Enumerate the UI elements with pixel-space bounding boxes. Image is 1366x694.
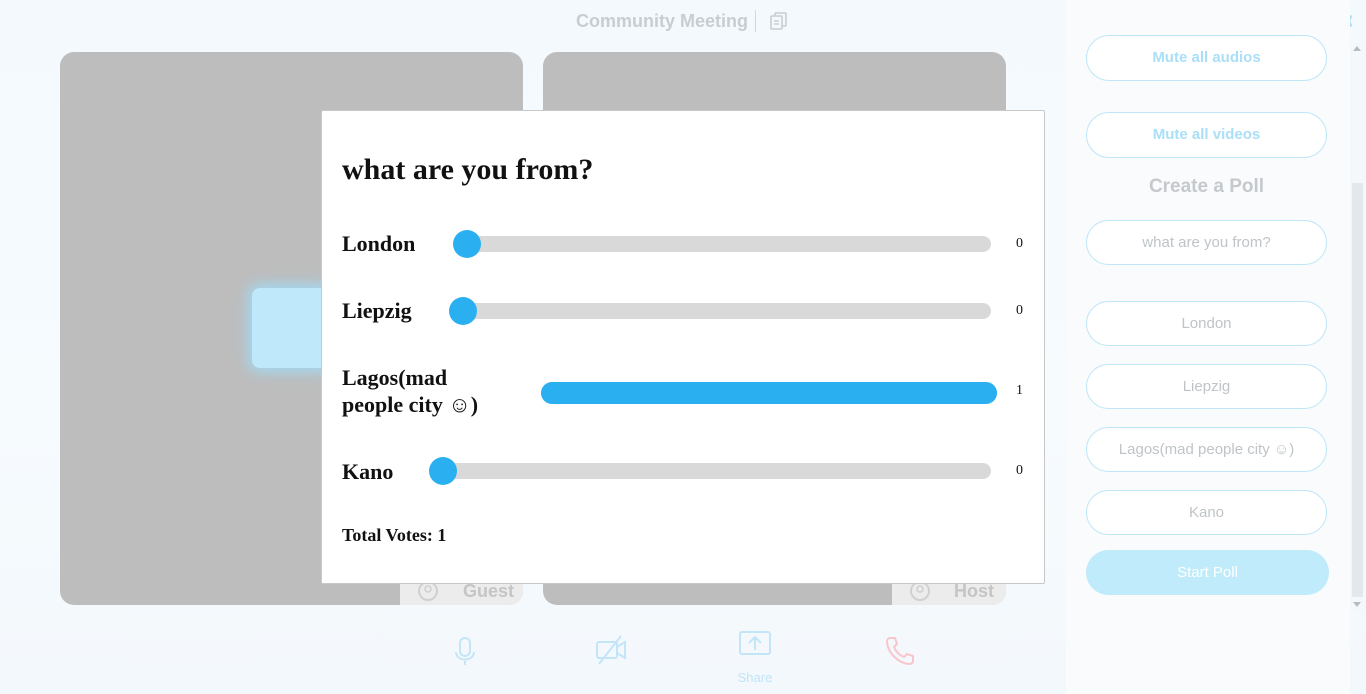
poll-option-label: London: [342, 231, 416, 256]
poll-option-knob: [449, 297, 477, 325]
scroll-down-icon[interactable]: [1353, 602, 1361, 607]
title-divider: [755, 10, 756, 32]
scrollbar-thumb[interactable]: [1352, 183, 1363, 597]
poll-option-knob: [453, 230, 481, 258]
scroll-up-icon[interactable]: [1353, 46, 1361, 51]
poll-option-input[interactable]: Liepzig: [1086, 364, 1327, 409]
poll-option-count: 0: [1016, 303, 1023, 318]
share-label: Share: [737, 670, 773, 685]
poll-option-label: Lagos(mad people city ☺): [342, 365, 479, 417]
share-icon[interactable]: [737, 626, 773, 662]
poll-option-bar: [449, 297, 991, 325]
poll-option-label: Liepzig: [342, 298, 412, 323]
copy-icon[interactable]: [769, 11, 789, 31]
poll-option-input[interactable]: Kano: [1086, 490, 1327, 535]
poll-question-input[interactable]: what are you from?: [1086, 220, 1327, 265]
mic-icon[interactable]: [447, 632, 483, 668]
mute-all-audios-button[interactable]: Mute all audios: [1086, 35, 1327, 81]
poll-option-bar: [429, 457, 991, 485]
poll-option-count: 0: [1016, 236, 1023, 251]
poll-results-modal: what are you from? London 0 Liepzig 0 La…: [321, 110, 1045, 584]
poll-option-input[interactable]: London: [1086, 301, 1327, 346]
poll-option-bar: [453, 230, 991, 258]
highlight-box: [252, 288, 332, 368]
poll-option-bar: [541, 382, 997, 404]
video-off-icon[interactable]: [593, 632, 629, 668]
user-icon: [418, 581, 438, 601]
poll-question: what are you from?: [342, 153, 594, 186]
phone-icon[interactable]: [882, 632, 918, 668]
poll-option-knob: [429, 457, 457, 485]
total-votes: Total Votes: 1: [342, 525, 447, 545]
poll-option-input[interactable]: Lagos(mad people city ☺): [1086, 427, 1327, 472]
user-icon: [910, 581, 930, 601]
mute-all-videos-button[interactable]: Mute all videos: [1086, 112, 1327, 158]
meeting-title: Community Meeting: [576, 11, 749, 31]
tile-name: Guest: [463, 581, 515, 601]
start-poll-button[interactable]: Start Poll: [1086, 550, 1329, 595]
poll-option-count: 1: [1016, 383, 1023, 398]
poll-option-label: Kano: [342, 459, 394, 484]
poll-option-fill: [541, 382, 997, 404]
create-poll-heading: Create a Poll: [1148, 176, 1265, 197]
poll-option-count: 0: [1016, 463, 1023, 478]
tile-name: Host: [954, 581, 994, 601]
